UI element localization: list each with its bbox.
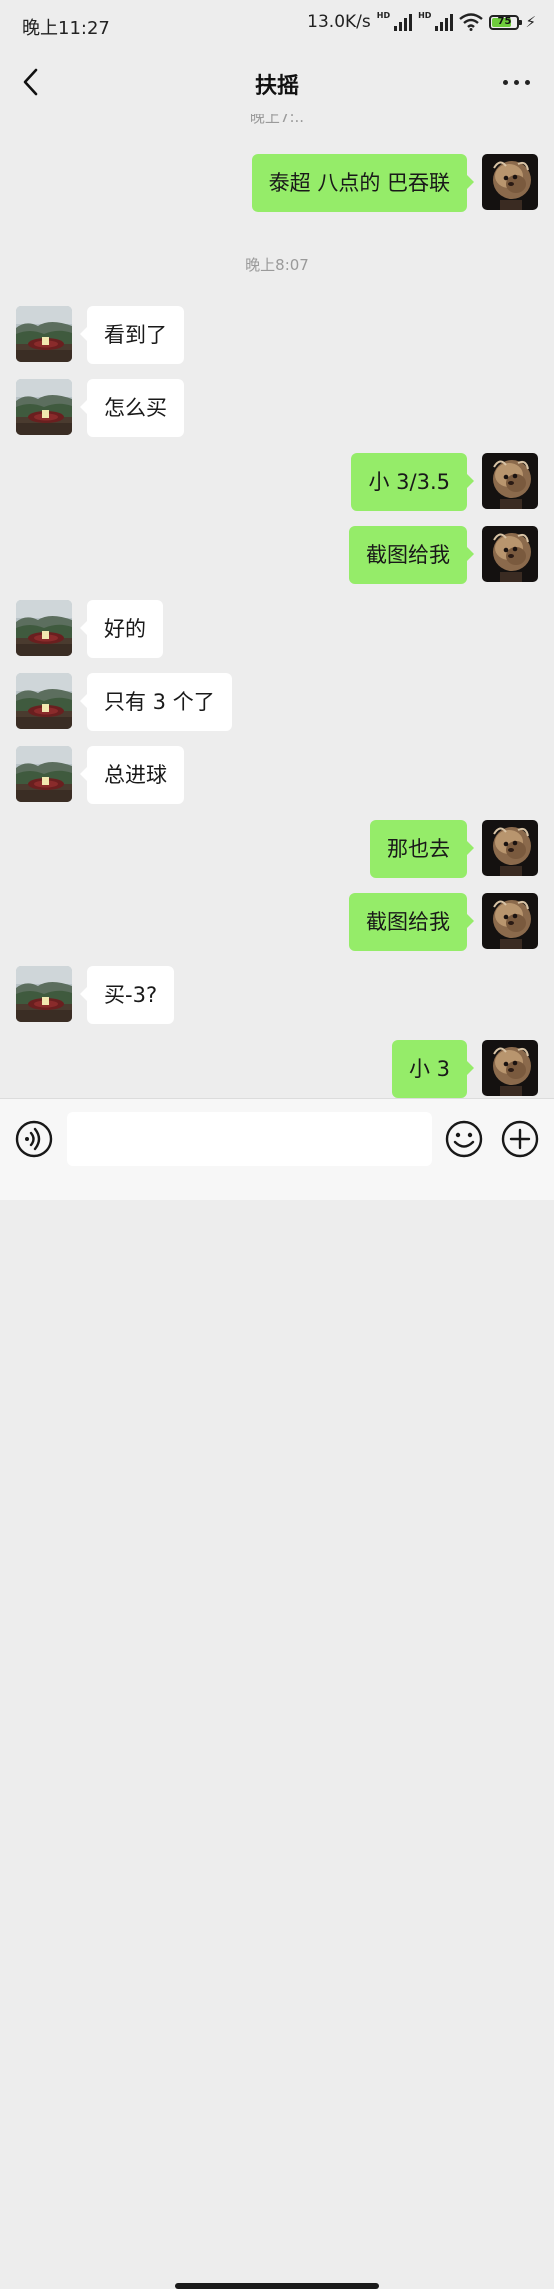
signal-label-1: HD <box>376 10 391 20</box>
voice-button[interactable] <box>14 1119 54 1159</box>
chat-title: 扶摇 <box>254 74 299 99</box>
received-message: 好的 <box>0 600 554 658</box>
message-bubble[interactable]: 总进球 <box>80 746 184 804</box>
received-message: 总进球 <box>0 746 554 804</box>
message-bubble[interactable]: 小 3 <box>391 1040 475 1098</box>
message-input[interactable] <box>67 1112 432 1166</box>
contact-avatar[interactable] <box>16 306 72 362</box>
my-avatar[interactable] <box>482 893 538 949</box>
my-avatar[interactable] <box>482 526 538 582</box>
battery-level: 75 <box>497 15 512 27</box>
contact-avatar[interactable] <box>16 746 72 802</box>
received-message: 看到了 <box>0 306 554 364</box>
emoji-icon <box>445 1120 483 1158</box>
my-avatar[interactable] <box>482 453 538 509</box>
status-bar: 晚上11:27 13.0K/s HD HD 75 ⚡ <box>0 0 554 50</box>
received-message: 买-3? <box>0 966 554 1024</box>
emoji-button[interactable] <box>444 1119 484 1159</box>
home-indicator[interactable] <box>175 2283 379 2289</box>
contact-avatar[interactable] <box>16 966 72 1022</box>
sent-message: 截图给我 <box>0 893 554 951</box>
message-bubble[interactable]: 买-3? <box>79 966 175 1024</box>
network-speed: 13.0K/s <box>307 12 371 32</box>
sent-message: 截图给我 <box>0 526 554 584</box>
wifi-icon <box>459 13 484 31</box>
chat-header: 扶摇 <box>0 50 554 114</box>
message-bubble[interactable]: 截图给我 <box>349 526 474 584</box>
message-bubble[interactable]: 截图给我 <box>349 893 474 951</box>
signal-label-2: HD <box>418 10 432 20</box>
timestamp: 晚上7:.. <box>249 114 305 126</box>
status-time: 晚上11:27 <box>22 18 110 39</box>
received-message: 只有 3 个了 <box>0 673 554 731</box>
more-functions-button[interactable] <box>500 1119 540 1159</box>
message-bubble[interactable]: 只有 3 个了 <box>80 673 232 731</box>
message-bubble[interactable]: 那也去 <box>370 820 474 878</box>
signal-icon <box>394 13 413 31</box>
message-bubble[interactable]: 小 3/3.5 <box>351 453 474 511</box>
sent-message: 小 3/3.5 <box>0 453 554 511</box>
message-bubble[interactable]: 好的 <box>80 600 163 658</box>
timestamp: 晚上8:07 <box>245 256 309 274</box>
sent-message: 小 3 <box>0 1040 554 1098</box>
contact-avatar[interactable] <box>16 379 72 435</box>
more-dots-icon <box>503 80 508 85</box>
signal-icon <box>435 13 454 31</box>
charging-icon: ⚡ <box>525 13 536 31</box>
my-avatar[interactable] <box>482 154 538 210</box>
message-list[interactable]: 晚上7:.. 泰超 八点的 巴吞联 晚上8:07 看到了 怎么买 小 3/3.5… <box>0 114 554 1098</box>
more-button[interactable] <box>503 80 530 85</box>
my-avatar[interactable] <box>482 820 538 876</box>
message-bubble[interactable]: 泰超 八点的 巴吞联 <box>251 154 475 212</box>
sent-message: 泰超 八点的 巴吞联 <box>0 154 554 212</box>
sent-message: 那也去 <box>0 820 554 878</box>
input-bar <box>0 1098 554 2289</box>
contact-avatar[interactable] <box>16 600 72 656</box>
message-bubble[interactable]: 看到了 <box>80 306 184 364</box>
status-right: 13.0K/s HD HD 75 ⚡ <box>307 10 536 33</box>
message-bubble[interactable]: 怎么买 <box>80 379 184 437</box>
received-message: 怎么买 <box>0 379 554 437</box>
contact-avatar[interactable] <box>16 673 72 729</box>
plus-icon <box>501 1120 539 1158</box>
battery-icon: 75 <box>489 14 523 30</box>
my-avatar[interactable] <box>482 1040 538 1096</box>
voice-icon <box>15 1120 53 1158</box>
